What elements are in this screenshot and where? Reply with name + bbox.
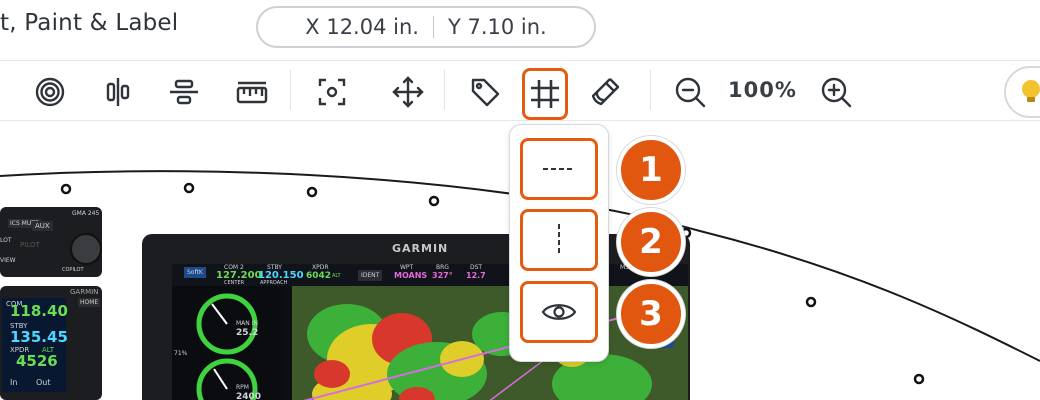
dst-value: 12.7 (466, 271, 486, 280)
radio-screen: COM 118.40 STBY 135.45 XPDR ALT 4526 In … (2, 298, 68, 392)
in-label: In (10, 378, 18, 387)
grid-horizontal-lines-option[interactable] (520, 138, 598, 200)
toolbar-separator (650, 70, 651, 110)
header-divider (0, 60, 1040, 61)
mfd-xpdr-code: 6042 (306, 271, 332, 281)
percent-value: 71% (174, 350, 188, 357)
zoom-in-icon (821, 77, 852, 108)
focus-frame-icon (318, 78, 346, 106)
aux-button[interactable]: AUX (32, 221, 53, 231)
radio-brand: GARMIN (70, 288, 99, 296)
brg-label: BRG (436, 264, 449, 271)
align-horizontal-icon (170, 79, 198, 105)
ruler-icon (236, 81, 268, 104)
mfd-stby-subtitle: APPROACH (260, 280, 288, 286)
toolbar-separator (444, 70, 445, 110)
align-vertical-icon (106, 78, 130, 106)
coord-divider (432, 16, 434, 38)
grid-visibility-option[interactable] (520, 281, 598, 343)
zoom-in-button[interactable] (816, 72, 856, 112)
move-button[interactable] (388, 72, 428, 112)
align-vertical-button[interactable] (98, 72, 138, 112)
audio-panel-model: GMA 245 (72, 210, 100, 217)
grid-vertical-lines-option[interactable] (520, 209, 598, 271)
tag-button[interactable] (465, 72, 505, 112)
brg-value: 327° (432, 271, 453, 280)
magnet-button[interactable] (585, 72, 625, 112)
help-bulb-icon (1022, 80, 1040, 102)
grid-options-menu (509, 124, 609, 362)
ident-button[interactable]: IDENT (358, 270, 383, 281)
home-button[interactable]: HOME (78, 298, 101, 307)
softkey-button[interactable]: SoftK (184, 267, 206, 278)
pilot-label: PILOT (20, 241, 40, 249)
grid-icon (531, 80, 559, 108)
help-button[interactable] (1004, 66, 1040, 118)
step-badge-3: 3 (617, 280, 685, 348)
stby-frequency: 135.45 (10, 328, 68, 346)
manin-value: 25.2 (236, 328, 259, 338)
align-horizontal-button[interactable] (164, 72, 204, 112)
dashed-horizontal-line-icon (543, 168, 575, 170)
wpt-value: MOANS (394, 271, 428, 280)
dst-label: DST (470, 264, 483, 271)
tag-icon (471, 78, 500, 107)
step-badge-2: 2 (617, 208, 685, 276)
mfd-xpdr-label: XPDR (312, 264, 329, 271)
copilot-label: COPILOT (62, 267, 84, 273)
com-frequency: 118.40 (10, 302, 68, 320)
toolbar-separator (290, 70, 291, 110)
audio-panel-device[interactable]: GMA 245 ICS MUTE AUX LOT VIEW PILOT COPI… (0, 207, 102, 277)
move-arrows-icon (392, 76, 424, 108)
rpm-value: 2400 (236, 392, 262, 400)
rpm-label: RPM (236, 384, 249, 391)
magnet-icon (591, 78, 620, 106)
dashed-vertical-line-icon (558, 224, 560, 256)
target-button[interactable] (30, 72, 70, 112)
volume-knob[interactable] (70, 233, 102, 265)
mfd-brand: GARMIN (392, 242, 449, 255)
com-radio-device[interactable]: GARMIN HOME COM 118.40 STBY 135.45 XPDR … (0, 286, 102, 400)
zoom-out-button[interactable] (670, 72, 710, 112)
mfd-xpdr-mode: ALT (332, 273, 341, 279)
com2-subtitle: CENTER (224, 280, 245, 286)
page-title: t, Paint & Label (0, 10, 179, 36)
eye-icon (541, 304, 577, 320)
coord-y: Y 7.10 in. (447, 15, 547, 39)
out-label: Out (36, 378, 51, 387)
toolbar: 100% (0, 62, 1040, 120)
zoom-level: 100% (728, 78, 797, 102)
manin-label: MAN IN (236, 320, 258, 327)
zoom-out-icon (675, 77, 706, 108)
ruler-button[interactable] (232, 72, 272, 112)
focus-frame-button[interactable] (312, 72, 352, 112)
mfd-screen: SoftK COM 2 127.200 CENTER STBY 120.150 … (172, 264, 688, 400)
lot-label: LOT (0, 237, 12, 244)
coord-x: X 12.04 in. (305, 15, 419, 39)
wpt-label: WPT (400, 264, 414, 271)
cursor-coordinates: X 12.04 in. Y 7.10 in. (256, 6, 596, 48)
step-badge-1: 1 (617, 136, 685, 204)
target-icon (35, 77, 65, 107)
grid-button[interactable] (522, 68, 568, 120)
xpdr-code: 4526 (16, 352, 58, 370)
view-label: VIEW (0, 257, 16, 264)
